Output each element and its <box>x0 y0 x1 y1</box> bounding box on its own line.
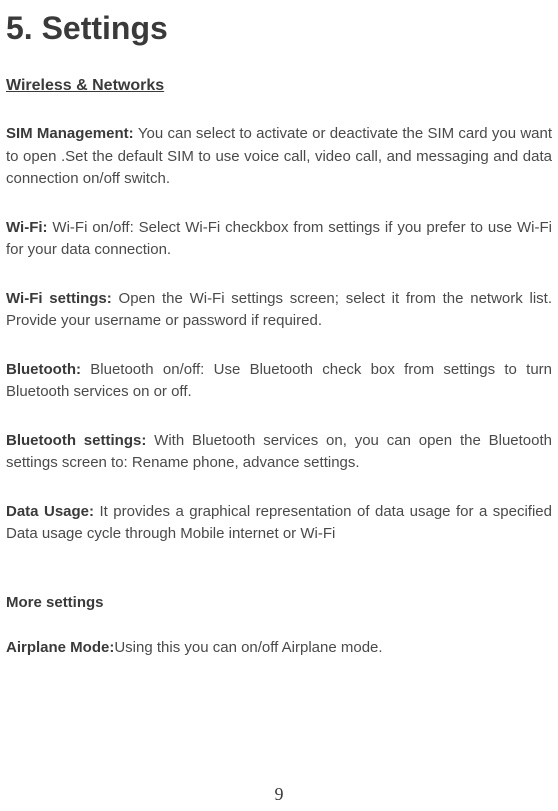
para-bluetooth: Bluetooth: Bluetooth on/off: Use Bluetoo… <box>6 359 552 404</box>
para-label: Bluetooth: <box>6 361 90 378</box>
para-label: Airplane Mode: <box>6 639 114 656</box>
para-label: Data Usage: <box>6 503 99 520</box>
para-wifi: Wi-Fi: Wi-Fi on/off: Select Wi-Fi checkb… <box>6 217 552 262</box>
para-label: Bluetooth settings: <box>6 432 154 449</box>
para-data-usage: Data Usage: It provides a graphical repr… <box>6 501 552 546</box>
para-text: Wi-Fi on/off: Select Wi-Fi checkbox from… <box>6 219 552 259</box>
para-sim-management: SIM Management: You can select to activa… <box>6 123 552 191</box>
section-heading-wireless: Wireless & Networks <box>6 77 552 95</box>
para-bluetooth-settings: Bluetooth settings: With Bluetooth servi… <box>6 430 552 475</box>
page-heading: 5. Settings <box>6 10 552 47</box>
page-number: 9 <box>275 784 284 805</box>
section-heading-more: More settings <box>6 594 552 611</box>
para-text: Using this you can on/off Airplane mode. <box>114 639 382 656</box>
para-label: Wi-Fi: <box>6 219 52 236</box>
para-label: Wi-Fi settings: <box>6 290 119 307</box>
para-label: SIM Management: <box>6 125 138 142</box>
para-airplane-mode: Airplane Mode:Using this you can on/off … <box>6 637 552 660</box>
para-wifi-settings: Wi-Fi settings: Open the Wi-Fi settings … <box>6 288 552 333</box>
